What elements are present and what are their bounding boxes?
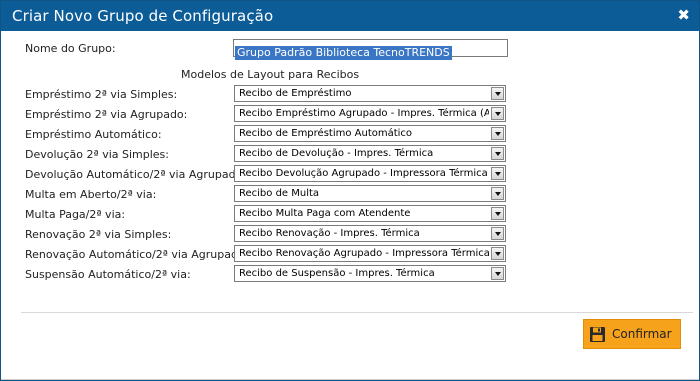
group-name-label: Nome do Grupo: — [25, 42, 116, 55]
dialog-title: Criar Novo Grupo de Configuração — [12, 7, 274, 25]
select-value: Recibo Renovação Agrupado - Impressora T… — [239, 248, 489, 259]
chevron-down-icon[interactable] — [491, 167, 504, 180]
select-multa-paga[interactable]: Recibo Multa Paga com Atendente — [234, 205, 506, 222]
row-label-emprestimo-automatico: Empréstimo Automático: — [25, 128, 162, 141]
row-label-devolucao-simples: Devolução 2ª via Simples: — [25, 148, 169, 161]
title-bar[interactable]: Criar Novo Grupo de Configuração ✖ — [1, 1, 699, 31]
chevron-down-icon[interactable] — [491, 147, 504, 160]
chevron-down-icon[interactable] — [491, 247, 504, 260]
select-value: Recibo de Empréstimo — [239, 88, 352, 99]
select-emprestimo-automatico[interactable]: Recibo de Empréstimo Automático — [234, 125, 506, 142]
row-label-emprestimo-simples: Empréstimo 2ª via Simples: — [25, 88, 178, 101]
row-label-suspensao: Suspensão Automático/2ª via: — [25, 268, 191, 281]
select-value: Recibo de Suspensão - Impres. Térmica — [239, 268, 435, 279]
divider — [21, 312, 693, 313]
row-label-multa-paga: Multa Paga/2ª via: — [25, 208, 126, 221]
select-emprestimo-agrupado[interactable]: Recibo Empréstimo Agrupado - Impres. Tér… — [234, 105, 506, 122]
chevron-down-icon[interactable] — [491, 187, 504, 200]
row-label-multa-aberto: Multa em Aberto/2ª via: — [25, 188, 157, 201]
select-devolucao-agrupado[interactable]: Recibo Devolução Agrupado - Impressora T… — [234, 165, 506, 182]
row-label-renovacao-agrupado: Renovação Automático/2ª via Agrupado: — [25, 248, 249, 261]
select-value: Recibo Multa Paga com Atendente — [239, 208, 411, 219]
confirm-button[interactable]: Confirmar — [583, 319, 681, 349]
select-value: Recibo Empréstimo Agrupado - Impres. Tér… — [239, 108, 489, 119]
chevron-down-icon[interactable] — [491, 227, 504, 240]
select-emprestimo-simples[interactable]: Recibo de Empréstimo — [234, 85, 506, 102]
chevron-down-icon[interactable] — [491, 87, 504, 100]
select-renovacao-agrupado[interactable]: Recibo Renovação Agrupado - Impressora T… — [234, 245, 506, 262]
chevron-down-icon[interactable] — [491, 107, 504, 120]
select-suspensao[interactable]: Recibo de Suspensão - Impres. Térmica — [234, 265, 506, 282]
row-label-emprestimo-agrupado: Empréstimo 2ª via Agrupado: — [25, 108, 188, 121]
select-value: Recibo de Multa — [239, 188, 320, 199]
bottom-edge — [1, 379, 699, 380]
select-value: Recibo Devolução Agrupado - Impressora T… — [239, 168, 488, 179]
confirm-label: Confirmar — [612, 327, 672, 341]
chevron-down-icon[interactable] — [491, 207, 504, 220]
dialog: Criar Novo Grupo de Configuração ✖ Nome … — [0, 0, 700, 381]
chevron-down-icon[interactable] — [491, 267, 504, 280]
row-label-devolucao-agrupado: Devolução Automático/2ª via Agrupado: — [25, 168, 246, 181]
group-name-input[interactable]: Grupo Padrão Biblioteca TecnoTRENDS — [233, 39, 508, 60]
select-devolucao-simples[interactable]: Recibo de Devolução - Impres. Térmica — [234, 145, 506, 162]
chevron-down-icon[interactable] — [491, 127, 504, 140]
select-value: Recibo de Empréstimo Automático — [239, 128, 413, 139]
floppy-disk-icon — [590, 327, 605, 342]
close-icon[interactable]: ✖ — [677, 6, 690, 24]
select-renovacao-simples[interactable]: Recibo Renovação - Impres. Térmica — [234, 225, 506, 242]
select-multa-aberto[interactable]: Recibo de Multa — [234, 185, 506, 202]
select-value: Recibo Renovação - Impres. Térmica — [239, 228, 420, 239]
row-label-renovacao-simples: Renovação 2ª via Simples: — [25, 228, 172, 241]
section-title: Modelos de Layout para Recibos — [181, 68, 360, 81]
group-name-value: Grupo Padrão Biblioteca TecnoTRENDS — [235, 46, 452, 60]
select-value: Recibo de Devolução - Impres. Térmica — [239, 148, 434, 159]
